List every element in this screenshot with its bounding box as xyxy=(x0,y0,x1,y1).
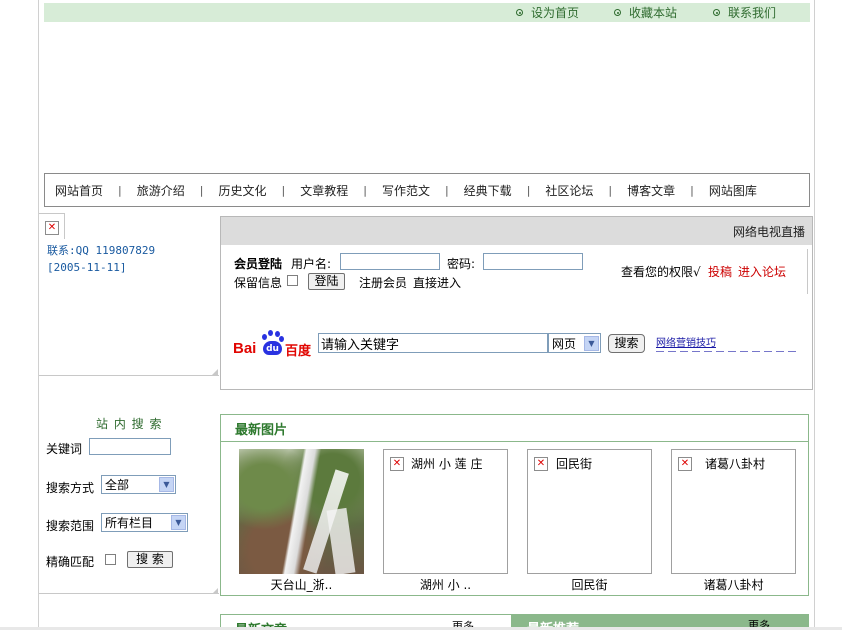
search-method-label: 搜索方式 xyxy=(46,481,95,495)
bullet-circle-icon xyxy=(614,9,621,16)
search-range-select[interactable]: 所有栏目 ▼ xyxy=(101,513,188,532)
baidu-promo-link[interactable]: 网络营销技巧 xyxy=(656,334,796,349)
latest-photos-header-rule xyxy=(221,441,808,442)
direct-enter-link[interactable]: 直接进入 xyxy=(413,274,461,291)
page-left-border xyxy=(38,0,39,630)
sidebar-top-rule xyxy=(39,213,65,214)
set-homepage-label: 设为首页 xyxy=(531,6,580,20)
baidu-search-input[interactable] xyxy=(318,333,548,353)
password-input[interactable] xyxy=(483,253,583,270)
sidebar-top-rule-v xyxy=(64,213,65,239)
sidebar-divider xyxy=(39,375,219,376)
bookmark-site-label: 收藏本站 xyxy=(629,6,678,20)
register-link[interactable]: 注册会员 xyxy=(359,274,407,291)
latest-photos-title: 最新图片 xyxy=(235,423,288,438)
photo-caption[interactable]: 湖州 小 .. xyxy=(383,576,508,593)
baidu-logo[interactable]: Bai du 百度 xyxy=(233,330,313,359)
broken-image-icon: ✕ xyxy=(678,457,692,471)
baidu-logo-bai: Bai xyxy=(233,340,257,357)
site-search-title: 站 内 搜 索 xyxy=(96,417,163,431)
top-link-bar xyxy=(44,3,810,22)
nav-item-downloads[interactable]: 经典下载 xyxy=(464,182,512,199)
nav-separator: | xyxy=(444,183,449,197)
chevron-down-icon: ▼ xyxy=(584,335,599,351)
nav-item-blog[interactable]: 博客文章 xyxy=(627,182,675,199)
nav-item-gallery[interactable]: 网站图库 xyxy=(709,182,757,199)
keyword-input[interactable] xyxy=(89,438,171,455)
broken-image-icon: ✕ xyxy=(390,457,404,471)
nav-item-travel[interactable]: 旅游介绍 xyxy=(137,182,185,199)
contact-us-label: 联系我们 xyxy=(728,6,777,20)
nav-item-essays[interactable]: 写作范文 xyxy=(382,182,430,199)
tv-live-link[interactable]: 网络电视直播 xyxy=(733,223,805,240)
submit-article-link[interactable]: 投稿 xyxy=(708,263,732,280)
set-homepage-link[interactable]: 设为首页 xyxy=(516,4,579,21)
nav-separator: | xyxy=(363,183,367,197)
page-right-border xyxy=(814,0,815,630)
contact-qq: 联系:QQ 119807829 xyxy=(47,244,156,257)
exact-match-checkbox[interactable] xyxy=(105,554,116,565)
exact-match-label: 精确匹配 xyxy=(46,555,95,569)
nav-separator: | xyxy=(608,183,613,197)
keyword-label: 关键词 xyxy=(46,442,83,456)
nav-separator: | xyxy=(118,183,122,197)
search-method-value: 全部 xyxy=(105,478,130,492)
photo-alt-text: 回民街 xyxy=(556,457,593,471)
search-range-value: 所有栏目 xyxy=(105,516,154,530)
baidu-promo-ticker[interactable]: 网络营销技巧 xyxy=(656,334,796,352)
nav-separator: | xyxy=(199,183,204,197)
baidu-logo-du: du xyxy=(263,341,282,355)
sidebar-divider-2 xyxy=(39,593,219,594)
photo-caption[interactable]: 诸葛八卦村 xyxy=(671,576,796,593)
bullet-circle-icon xyxy=(713,9,720,16)
baidu-type-value: 网页 xyxy=(552,336,577,351)
baidu-logo-cn: 百度 xyxy=(285,344,312,359)
corner-mark xyxy=(212,588,218,594)
photo-caption[interactable]: 天台山_浙.. xyxy=(239,576,364,593)
remember-label: 保留信息 xyxy=(234,276,283,290)
photo-alt-text: 湖州 小 莲 庄 xyxy=(411,457,483,471)
chevron-down-icon: ▼ xyxy=(159,477,174,492)
photo-caption[interactable]: 回民街 xyxy=(527,576,652,593)
nav-separator: | xyxy=(526,183,531,197)
contact-date: [2005-11-11] xyxy=(47,261,127,274)
broken-image-icon: ✕ xyxy=(534,457,548,471)
username-input[interactable] xyxy=(340,253,440,270)
username-label: 用户名: xyxy=(291,257,332,271)
enter-forum-link[interactable]: 进入论坛 xyxy=(738,263,786,280)
header-strip xyxy=(221,217,812,245)
photo-huzhou[interactable]: ✕ 湖州 小 莲 庄 xyxy=(383,449,508,574)
password-label: 密码: xyxy=(447,257,476,271)
nav-item-history[interactable]: 历史文化 xyxy=(218,182,266,199)
search-range-label: 搜索范围 xyxy=(46,519,95,533)
broken-image-icon: ✕ xyxy=(45,221,59,235)
main-nav-bar: 网站首页 | 旅游介绍 | 历史文化 | 文章教程 | 写作范文 | 经典下载 … xyxy=(44,173,810,207)
nav-item-forum[interactable]: 社区论坛 xyxy=(545,182,593,199)
corner-mark xyxy=(212,369,218,375)
photo-alt-text: 诸葛八卦村 xyxy=(705,457,766,471)
nav-item-tutorials[interactable]: 文章教程 xyxy=(300,182,348,199)
photo-tiantai-waterfall[interactable] xyxy=(239,449,364,574)
site-search-button[interactable]: 搜 索 xyxy=(127,551,173,568)
paw-icon: du xyxy=(260,330,284,356)
bullet-circle-icon xyxy=(516,9,523,16)
chevron-down-icon: ▼ xyxy=(171,515,186,530)
photo-zhuge-village[interactable]: ✕ 诸葛八卦村 xyxy=(671,449,796,574)
remember-checkbox[interactable] xyxy=(287,275,298,286)
baidu-type-select[interactable]: 网页 ▼ xyxy=(548,333,601,353)
nav-item-home[interactable]: 网站首页 xyxy=(55,182,103,199)
view-rights-text: 查看您的权限√ xyxy=(621,265,701,279)
login-button[interactable]: 登陆 xyxy=(308,273,345,290)
nav-separator: | xyxy=(281,183,286,197)
contact-us-link[interactable]: 联系我们 xyxy=(713,4,776,21)
photo-huimin-street[interactable]: ✕ 回民街 xyxy=(527,449,652,574)
nav-separator: | xyxy=(690,183,694,197)
bookmark-site-link[interactable]: 收藏本站 xyxy=(614,4,677,21)
member-login-title: 会员登陆 xyxy=(234,257,283,271)
search-method-select[interactable]: 全部 ▼ xyxy=(101,475,176,494)
baidu-search-button[interactable]: 搜索 xyxy=(608,334,645,353)
baidu-promo-next xyxy=(656,351,796,352)
